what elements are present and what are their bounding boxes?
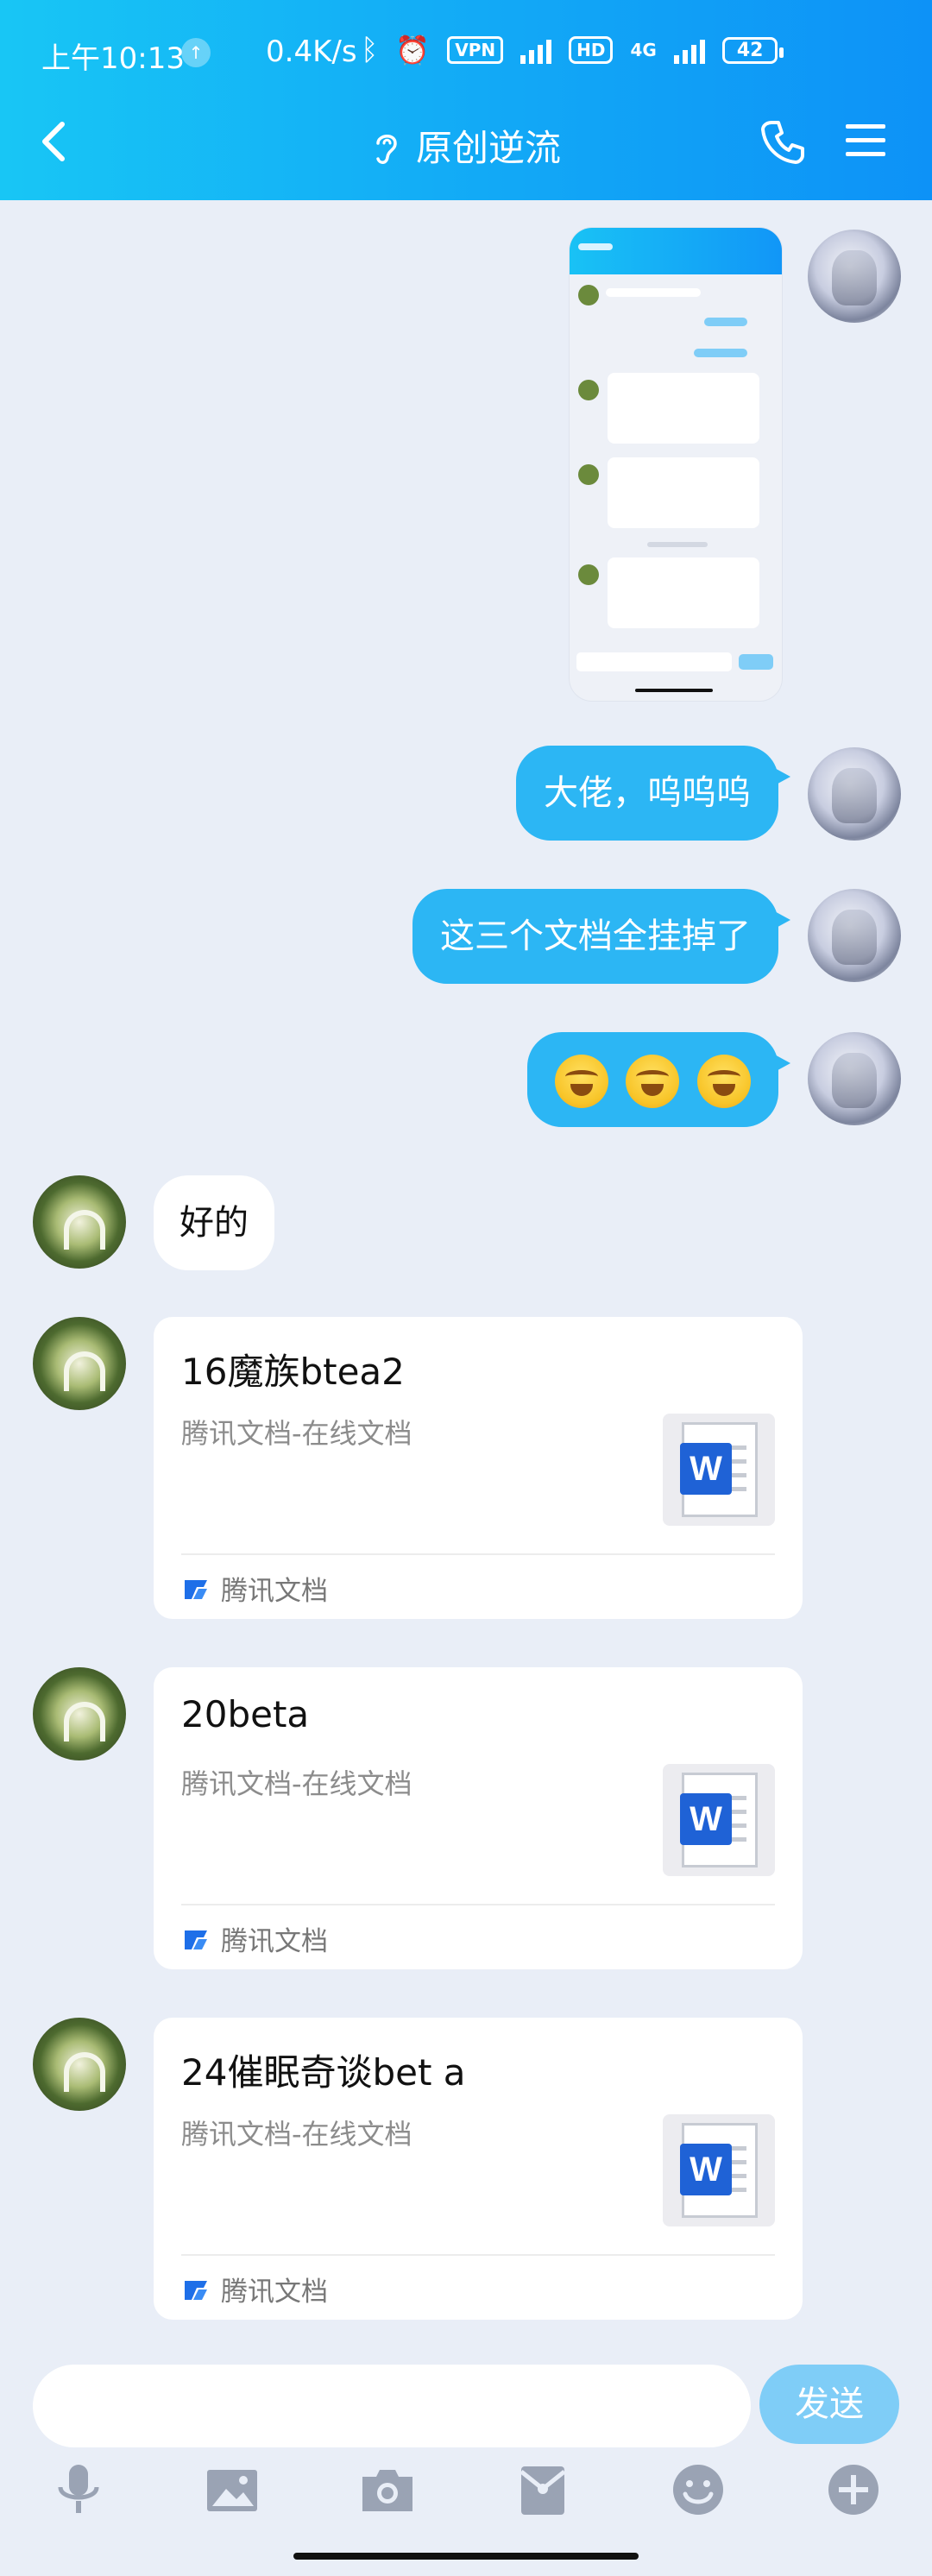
contact-avatar[interactable] <box>33 1667 126 1760</box>
image-icon[interactable] <box>202 2459 262 2520</box>
network-type: 4G <box>630 40 657 60</box>
signal-icon-2 <box>673 36 705 64</box>
document-title: 24催眠奇谈bet a <box>181 2051 466 2094</box>
document-subtitle: 腾讯文档-在线文档 <box>181 1767 412 1800</box>
outgoing-message[interactable]: 这三个文档全挂掉了 <box>412 889 790 984</box>
vpn-badge: VPN <box>447 36 504 64</box>
preview-header <box>570 228 782 274</box>
document-title: 20beta <box>181 1693 310 1735</box>
status-time: 上午10:13 <box>41 41 185 76</box>
contact-avatar[interactable] <box>33 1317 126 1410</box>
word-doc-icon: W <box>663 1764 775 1876</box>
outgoing-emoji-message[interactable] <box>526 1032 791 1127</box>
document-card[interactable]: 20beta 腾讯文档-在线文档 W 腾讯文档 <box>154 1667 803 1969</box>
image-message[interactable] <box>570 228 782 701</box>
message-input[interactable] <box>33 2365 751 2447</box>
tencent-docs-icon <box>185 2280 207 2300</box>
my-avatar[interactable] <box>808 230 901 323</box>
bluetooth-icon: ᛒ <box>361 33 379 67</box>
signal-icon <box>520 36 552 64</box>
nav-bar: 原创逆流 <box>0 102 932 185</box>
incoming-message[interactable]: 好的 <box>154 1175 274 1270</box>
contact-avatar[interactable] <box>33 2018 126 2111</box>
laugh-cry-emoji-icon <box>626 1055 680 1108</box>
contact-avatar[interactable] <box>33 1175 126 1269</box>
document-source: 腾讯文档 <box>181 2270 328 2308</box>
menu-icon[interactable] <box>844 119 887 162</box>
home-indicator[interactable] <box>293 2553 639 2560</box>
laugh-cry-emoji-icon <box>554 1055 608 1108</box>
tencent-docs-icon <box>185 1930 207 1949</box>
plus-icon[interactable] <box>823 2459 884 2520</box>
word-doc-icon: W <box>663 2114 775 2226</box>
phone-icon[interactable] <box>759 117 808 166</box>
emoji-icon[interactable] <box>668 2459 728 2520</box>
header-bar: 上午10:13 ↑ 0.4K/s ᛒ ⏰ VPN HD 4G 42 原创逆流 <box>0 0 932 200</box>
tencent-docs-icon <box>185 1579 207 1599</box>
document-card[interactable]: 16魔族btea2 腾讯文档-在线文档 W 腾讯文档 <box>154 1317 803 1619</box>
network-speed: 0.4K/s <box>266 35 357 69</box>
upload-indicator-icon: ↑ <box>181 38 211 67</box>
my-avatar[interactable] <box>808 747 901 841</box>
chat-title-text: 原创逆流 <box>415 127 561 169</box>
document-subtitle: 腾讯文档-在线文档 <box>181 2118 412 2151</box>
document-title: 16魔族btea2 <box>181 1351 405 1393</box>
ear-icon <box>376 135 397 164</box>
document-card[interactable]: 24催眠奇谈bet a 腾讯文档-在线文档 W 腾讯文档 <box>154 2018 803 2320</box>
send-button[interactable]: 发送 <box>759 2365 899 2444</box>
alarm-icon: ⏰ <box>395 34 431 66</box>
my-avatar[interactable] <box>808 1032 901 1125</box>
status-bar: 上午10:13 ↑ 0.4K/s ᛒ ⏰ VPN HD 4G 42 <box>0 24 932 85</box>
status-icons: ᛒ ⏰ VPN HD 4G 42 <box>361 33 784 67</box>
hd-badge: HD <box>569 36 614 64</box>
word-doc-icon: W <box>663 1414 775 1526</box>
mic-icon[interactable] <box>48 2459 109 2520</box>
document-subtitle: 腾讯文档-在线文档 <box>181 1417 412 1450</box>
outgoing-message[interactable]: 大佬，呜呜呜 <box>516 746 790 841</box>
laugh-cry-emoji-icon <box>697 1055 751 1108</box>
battery-indicator: 42 <box>721 36 784 64</box>
my-avatar[interactable] <box>808 889 901 982</box>
document-source: 腾讯文档 <box>181 1569 328 1608</box>
red-packet-icon[interactable] <box>513 2459 573 2520</box>
camera-icon[interactable] <box>357 2459 418 2520</box>
input-toolbar <box>0 2459 932 2529</box>
preview-avatar <box>578 285 599 305</box>
document-source: 腾讯文档 <box>181 1919 328 1958</box>
